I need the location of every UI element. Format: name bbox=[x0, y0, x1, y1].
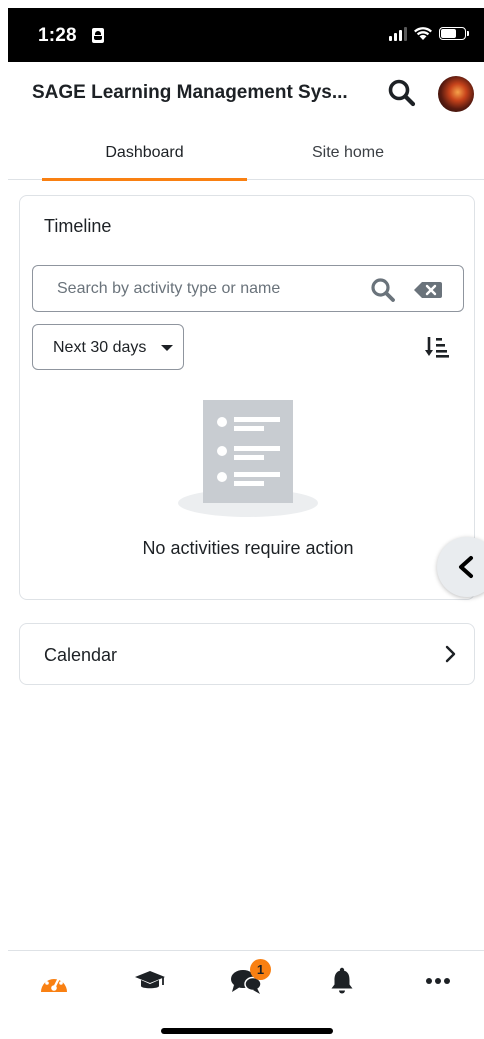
status-bar: 1:28 bbox=[8, 8, 484, 62]
app-header: SAGE Learning Management Sys... bbox=[0, 62, 484, 126]
timeline-title: Timeline bbox=[44, 216, 112, 236]
cellular-signal-icon bbox=[389, 26, 407, 41]
tab-dashboard[interactable]: Dashboard bbox=[42, 126, 247, 181]
page-title: SAGE Learning Management Sys... bbox=[32, 82, 348, 103]
status-indicators bbox=[389, 26, 469, 41]
battery-icon bbox=[439, 27, 469, 40]
timeline-block: Timeline Search by activity type or name… bbox=[19, 195, 475, 600]
tab-site-home[interactable]: Site home bbox=[248, 126, 448, 180]
graduation-cap-icon bbox=[135, 971, 165, 989]
dashboard-icon bbox=[41, 972, 67, 992]
timeline-filter-select[interactable]: Next 30 days bbox=[32, 324, 184, 370]
chevron-left-icon bbox=[459, 556, 473, 578]
timeline-search-input[interactable]: Search by activity type or name bbox=[32, 265, 464, 312]
home-indicator bbox=[161, 1028, 333, 1034]
nav-messages[interactable]: 1 bbox=[226, 959, 271, 999]
filter-selected-value: Next 30 days bbox=[53, 339, 147, 356]
empty-state-message: No activities require action bbox=[142, 538, 354, 558]
search-icon[interactable] bbox=[386, 77, 418, 109]
search-icon[interactable] bbox=[369, 276, 397, 304]
calendar-block[interactable]: Calendar bbox=[19, 623, 475, 685]
tab-site-home-label: Site home bbox=[311, 144, 385, 161]
contact-card-icon bbox=[92, 28, 104, 43]
tab-dashboard-label: Dashboard bbox=[105, 144, 184, 161]
tab-bar: Dashboard Site home bbox=[8, 126, 484, 181]
empty-list-icon bbox=[178, 400, 318, 517]
clear-input-icon[interactable] bbox=[413, 280, 443, 300]
bell-icon bbox=[331, 967, 353, 994]
nav-dashboard[interactable] bbox=[34, 963, 74, 999]
status-time: 1:28 bbox=[38, 25, 77, 46]
nav-my-courses[interactable] bbox=[130, 963, 170, 999]
nav-notifications[interactable] bbox=[322, 963, 362, 999]
search-placeholder: Search by activity type or name bbox=[57, 280, 281, 297]
calendar-title: Calendar bbox=[44, 645, 118, 665]
avatar[interactable] bbox=[438, 76, 474, 112]
chevron-right-icon bbox=[445, 645, 456, 663]
sort-icon[interactable] bbox=[424, 334, 450, 360]
unread-messages-badge: 1 bbox=[250, 959, 271, 980]
caret-down-icon bbox=[161, 345, 173, 351]
wifi-icon bbox=[414, 27, 432, 40]
more-icon bbox=[426, 978, 450, 984]
bottom-navigation: 1 bbox=[8, 950, 484, 1010]
nav-more[interactable] bbox=[418, 963, 458, 999]
